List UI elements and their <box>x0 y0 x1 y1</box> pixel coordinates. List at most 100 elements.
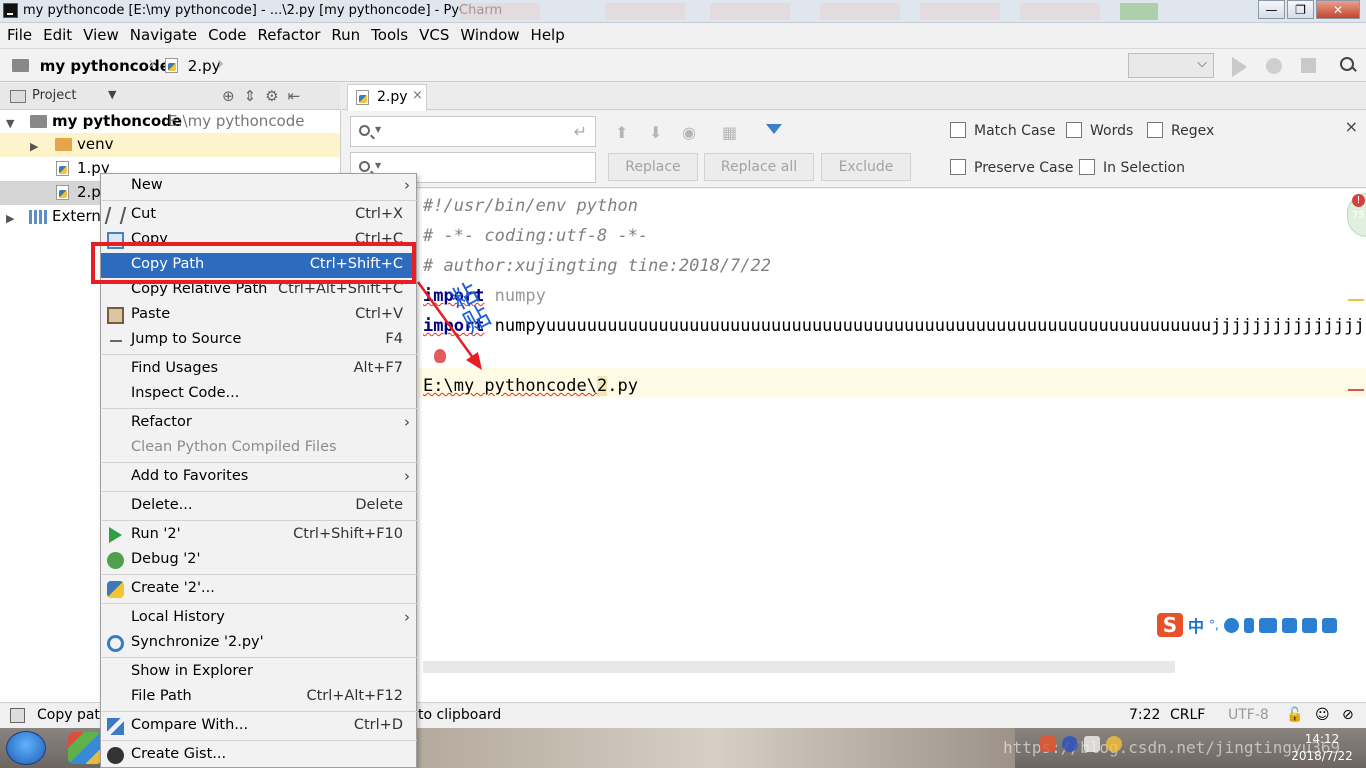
menu-item-cut[interactable]: Cut Ctrl+X <box>101 203 416 228</box>
menu-item-compare-with[interactable]: Compare With... Ctrl+D <box>101 714 416 739</box>
expanded-arrow-icon[interactable]: ▼ <box>6 117 14 130</box>
menu-code[interactable]: Code <box>204 26 253 44</box>
next-occurrence-icon[interactable]: ⬇ <box>649 123 662 142</box>
tree-item-venv[interactable]: ▶ venv <box>0 133 340 157</box>
inspector-icon[interactable]: ☺ <box>1315 707 1330 723</box>
close-find-icon[interactable]: × <box>1345 117 1358 136</box>
menu-item-paste[interactable]: Paste Ctrl+V <box>101 303 416 328</box>
menu-item-inspect-code[interactable]: Inspect Code... <box>101 382 416 407</box>
menu-item-synchronize[interactable]: Synchronize '2.py' <box>101 631 416 656</box>
menu-item-run[interactable]: Run '2' Ctrl+Shift+F10 <box>101 523 416 548</box>
filter-icon[interactable] <box>766 124 782 134</box>
sogou-logo-icon[interactable]: S <box>1157 613 1183 637</box>
menu-item-create-gist[interactable]: Create Gist... <box>101 743 416 768</box>
emoji-icon[interactable] <box>1223 617 1239 633</box>
menu-view[interactable]: View <box>79 26 126 44</box>
menu-vcs[interactable]: VCS <box>415 26 456 44</box>
collapse-all-icon[interactable]: ⇕ <box>244 87 257 105</box>
find-all-icon[interactable]: ◉ <box>682 123 696 142</box>
project-panel-title[interactable]: Project <box>32 88 76 103</box>
breadcrumb-project[interactable]: my pythoncode <box>12 57 170 75</box>
ime-punctuation[interactable]: °, <box>1209 618 1219 632</box>
find-input[interactable]: ▼ ↵ <box>350 116 596 147</box>
view-dropdown-icon[interactable]: ▼ <box>108 88 116 101</box>
toolbox-icon[interactable] <box>1321 617 1337 633</box>
tree-item-root[interactable]: ▼ my pythoncode E:\my pythoncode <box>0 110 340 134</box>
file-encoding[interactable]: UTF-8 <box>1228 707 1269 723</box>
menu-window[interactable]: Window <box>456 26 526 44</box>
scissors-icon <box>104 207 127 224</box>
help-tray-icon[interactable] <box>1062 736 1078 752</box>
run-configuration-select[interactable]: ⌵ <box>1128 53 1214 78</box>
menu-file[interactable]: File <box>3 26 39 44</box>
minimize-button[interactable]: — <box>1258 0 1285 19</box>
breadcrumb-file[interactable]: 2.py <box>165 57 221 75</box>
menu-tools[interactable]: Tools <box>367 26 415 44</box>
debug-icon[interactable] <box>1266 58 1282 74</box>
close-tab-icon[interactable]: × <box>412 88 423 103</box>
status-message-right: to clipboard <box>418 707 502 723</box>
menu-item-new[interactable]: New › <box>101 174 416 199</box>
replace-button[interactable]: Replace <box>608 153 698 181</box>
menu-item-label: Create Gist... <box>131 746 227 762</box>
collapsed-arrow-icon[interactable]: ▶ <box>30 140 38 153</box>
event-log-icon[interactable]: ⊘ <box>1342 707 1354 723</box>
line-separator[interactable]: CRLF <box>1170 707 1205 723</box>
previous-occurrence-icon[interactable]: ⬆ <box>615 123 628 142</box>
system-clock[interactable]: 14:12 2018/7/22 <box>1282 731 1362 765</box>
exclude-button[interactable]: Exclude <box>821 153 911 181</box>
menu-item-debug[interactable]: Debug '2' <box>101 548 416 573</box>
menu-item-label: New <box>131 177 163 193</box>
microphone-icon[interactable] <box>1243 617 1254 633</box>
skin-icon[interactable] <box>1281 617 1297 633</box>
keyboard-icon[interactable] <box>1258 617 1277 633</box>
menu-item-jump-to-source[interactable]: Jump to Source F4 <box>101 328 416 353</box>
history-dropdown-icon[interactable]: ▼ <box>375 161 381 170</box>
taskbar-app-icon[interactable] <box>68 732 102 764</box>
menu-edit[interactable]: Edit <box>39 26 79 44</box>
search-everywhere-icon[interactable] <box>1338 55 1358 75</box>
menu-item-delete[interactable]: Delete... Delete <box>101 494 416 519</box>
maximize-button[interactable]: ❐ <box>1287 0 1314 19</box>
menu-run[interactable]: Run <box>327 26 367 44</box>
horizontal-scrollbar[interactable] <box>423 661 1175 673</box>
hide-panel-icon[interactable]: ⇤ <box>288 87 301 105</box>
menu-item-create[interactable]: Create '2'... <box>101 577 416 602</box>
run-icon[interactable] <box>1232 57 1252 77</box>
preserve-case-checkbox[interactable]: Preserve Case <box>950 159 1074 179</box>
menu-item-local-history[interactable]: Local History › <box>101 606 416 631</box>
toggle-tool-windows-icon[interactable] <box>10 708 25 723</box>
error-stripe[interactable] <box>1348 389 1364 391</box>
caret-position[interactable]: 7:22 <box>1129 707 1160 723</box>
regex-checkbox[interactable]: Regex <box>1147 122 1214 142</box>
ime-toolbar[interactable]: S 中 °, <box>1153 611 1363 639</box>
tab-2py[interactable]: 2.py × <box>347 84 427 111</box>
lock-icon[interactable]: 🔓 <box>1286 707 1303 723</box>
words-checkbox[interactable]: Words <box>1066 122 1133 142</box>
select-all-occurrences-icon[interactable]: ▦ <box>722 123 737 142</box>
replace-all-button[interactable]: Replace all <box>704 153 814 181</box>
stop-icon[interactable] <box>1301 58 1316 73</box>
start-button[interactable] <box>6 731 46 765</box>
menu-refactor[interactable]: Refactor <box>253 26 327 44</box>
menu-item-file-path[interactable]: File Path Ctrl+Alt+F12 <box>101 685 416 710</box>
menu-help[interactable]: Help <box>527 26 572 44</box>
menu-item-find-usages[interactable]: Find Usages Alt+F7 <box>101 357 416 382</box>
warning-stripe[interactable] <box>1348 299 1364 301</box>
ime-mode-chinese[interactable]: 中 <box>1188 613 1204 637</box>
network-tray-icon[interactable] <box>1084 736 1100 752</box>
locate-icon[interactable]: ⊕ <box>222 87 235 105</box>
in-selection-checkbox[interactable]: In Selection <box>1079 159 1185 179</box>
shirt-icon[interactable] <box>1301 617 1317 633</box>
match-case-checkbox[interactable]: Match Case <box>950 122 1055 142</box>
menu-item-refactor[interactable]: Refactor › <box>101 411 416 436</box>
app-tray-icon[interactable] <box>1106 736 1122 752</box>
collapsed-arrow-icon[interactable]: ▶ <box>6 212 14 225</box>
sogou-tray-icon[interactable] <box>1040 736 1056 752</box>
menu-item-show-in-explorer[interactable]: Show in Explorer <box>101 660 416 685</box>
close-window-button[interactable]: ✕ <box>1316 0 1360 19</box>
menu-navigate[interactable]: Navigate <box>126 26 204 44</box>
menu-item-add-to-favorites[interactable]: Add to Favorites › <box>101 465 416 490</box>
history-dropdown-icon[interactable]: ▼ <box>375 125 381 134</box>
gear-icon[interactable]: ⚙ <box>265 87 278 105</box>
